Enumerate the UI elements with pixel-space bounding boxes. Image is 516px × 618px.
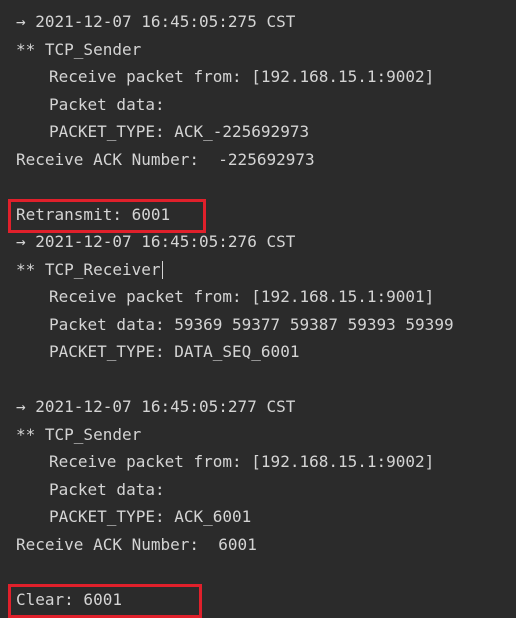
console-line: Receive ACK Number: -225692973 <box>16 146 315 174</box>
console-line: Packet data: <box>49 476 165 504</box>
retransmit-highlight-box <box>8 198 206 233</box>
console-line: PACKET_TYPE: ACK_6001 <box>49 503 251 531</box>
console-line: PACKET_TYPE: ACK_-225692973 <box>49 118 309 146</box>
console-line-text: → 2021-12-07 16:45:05:276 CST <box>16 232 296 251</box>
console-line-text: Receive packet from: [192.168.15.1:9002] <box>49 452 435 471</box>
console-line-text: ** TCP_Sender <box>16 39 142 59</box>
console-line: Receive ACK Number: 6001 <box>16 531 257 559</box>
console-line: Receive packet from: [192.168.15.1:9002] <box>49 448 434 476</box>
console-line-text: PACKET_TYPE: DATA_SEQ_6001 <box>49 342 300 361</box>
console-line: Receive packet from: [192.168.15.1:9001] <box>49 283 434 311</box>
console-line-text: Receive ACK Number: -225692973 <box>16 149 315 169</box>
console-line-text: → 2021-12-07 16:45:05:275 CST <box>16 12 296 31</box>
console-line-text: Packet data: <box>49 479 165 499</box>
console-line: Packet data: <box>49 91 165 119</box>
console-line-text: → 2021-12-07 16:45:05:277 CST <box>16 397 296 416</box>
console-line-text: Receive packet from: [192.168.15.1:9002] <box>49 67 435 86</box>
console-line-text: ** TCP_Receiver <box>16 259 161 279</box>
console-line: ** TCP_Sender <box>16 36 141 64</box>
clear-highlight-box <box>8 583 202 618</box>
text-cursor <box>161 261 163 279</box>
console-line: → 2021-12-07 16:45:05:275 CST <box>16 8 295 36</box>
console-line: PACKET_TYPE: DATA_SEQ_6001 <box>49 338 299 366</box>
console-line-text: Receive ACK Number: 6001 <box>16 534 257 554</box>
console-line: Packet data: 59369 59377 59387 59393 593… <box>49 311 454 339</box>
console-line: ** TCP_Receiver <box>16 256 163 284</box>
console-line-text: ** TCP_Sender <box>16 424 142 444</box>
console-line: ** TCP_Sender <box>16 421 141 449</box>
console-line-text: PACKET_TYPE: ACK_6001 <box>49 507 252 526</box>
console-line-text: Packet data: 59369 59377 59387 59393 593… <box>49 314 454 334</box>
console-line-text: PACKET_TYPE: ACK_-225692973 <box>49 122 310 141</box>
console-line: → 2021-12-07 16:45:05:277 CST <box>16 393 295 421</box>
console-output[interactable]: → 2021-12-07 16:45:05:275 CST ** TCP_Send… <box>0 0 516 618</box>
console-line: Receive packet from: [192.168.15.1:9002] <box>49 63 434 91</box>
console-line-text: Receive packet from: [192.168.15.1:9001] <box>49 287 435 306</box>
console-line-text: Packet data: <box>49 94 165 114</box>
